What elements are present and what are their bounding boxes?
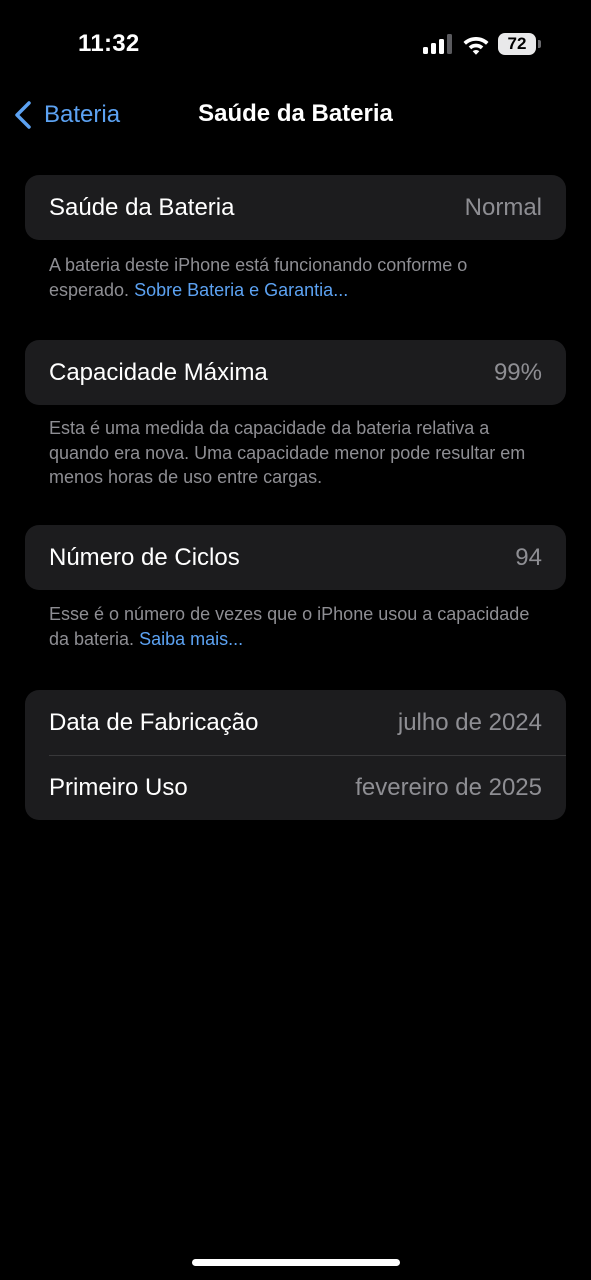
first-use-value: fevereiro de 2025 — [355, 773, 542, 801]
max-capacity-value: 99% — [493, 358, 542, 386]
cycle-count-group: Número de Ciclos 94 — [25, 525, 566, 590]
max-capacity-group: Capacidade Máxima 99% — [25, 340, 566, 405]
battery-warranty-link[interactable]: Sobre Bateria e Garantia... — [134, 280, 348, 300]
manufacture-date-label: Data de Fabricação — [49, 708, 259, 736]
cycle-count-note: Esse é o número de vezes que o iPhone us… — [49, 602, 549, 651]
cycle-count-label: Número de Ciclos — [49, 543, 240, 571]
cycle-count-value: 94 — [515, 543, 542, 571]
first-use-label: Primeiro Uso — [49, 773, 188, 801]
first-use-row: Primeiro Uso fevereiro de 2025 — [25, 755, 566, 820]
battery-level: 72 — [507, 34, 527, 53]
max-capacity-label: Capacidade Máxima — [49, 358, 268, 386]
battery-health-row: Saúde da Bateria Normal — [25, 175, 566, 240]
battery-health-group: Saúde da Bateria Normal — [25, 175, 566, 240]
cycle-count-note-text: Esse é o número de vezes que o iPhone us… — [49, 604, 530, 649]
battery-health-label: Saúde da Bateria — [49, 193, 235, 221]
navigation-bar: Bateria Saúde da Bateria — [0, 88, 591, 142]
manufacture-date-row: Data de Fabricação julho de 2024 — [25, 690, 566, 755]
max-capacity-row: Capacidade Máxima 99% — [25, 340, 566, 405]
page-title: Saúde da Bateria — [198, 100, 393, 127]
status-time: 11:32 — [78, 30, 140, 57]
battery-health-note: A bateria deste iPhone está funcionando … — [49, 253, 549, 302]
battery-icon: 72 — [498, 33, 544, 55]
learn-more-link[interactable]: Saiba mais... — [139, 629, 243, 649]
manufacture-date-value: julho de 2024 — [397, 708, 542, 736]
wifi-icon — [463, 37, 489, 55]
home-indicator[interactable] — [192, 1259, 400, 1266]
battery-health-value: Normal — [464, 193, 542, 221]
dates-group: Data de Fabricação julho de 2024 Primeir… — [25, 690, 566, 820]
cellular-signal-icon — [423, 34, 452, 54]
status-bar: 11:32 72 — [0, 0, 591, 80]
cycle-count-row: Número de Ciclos 94 — [25, 525, 566, 590]
max-capacity-note: Esta é uma medida da capacidade da bater… — [49, 416, 549, 490]
max-capacity-note-text: Esta é uma medida da capacidade da bater… — [49, 418, 526, 487]
